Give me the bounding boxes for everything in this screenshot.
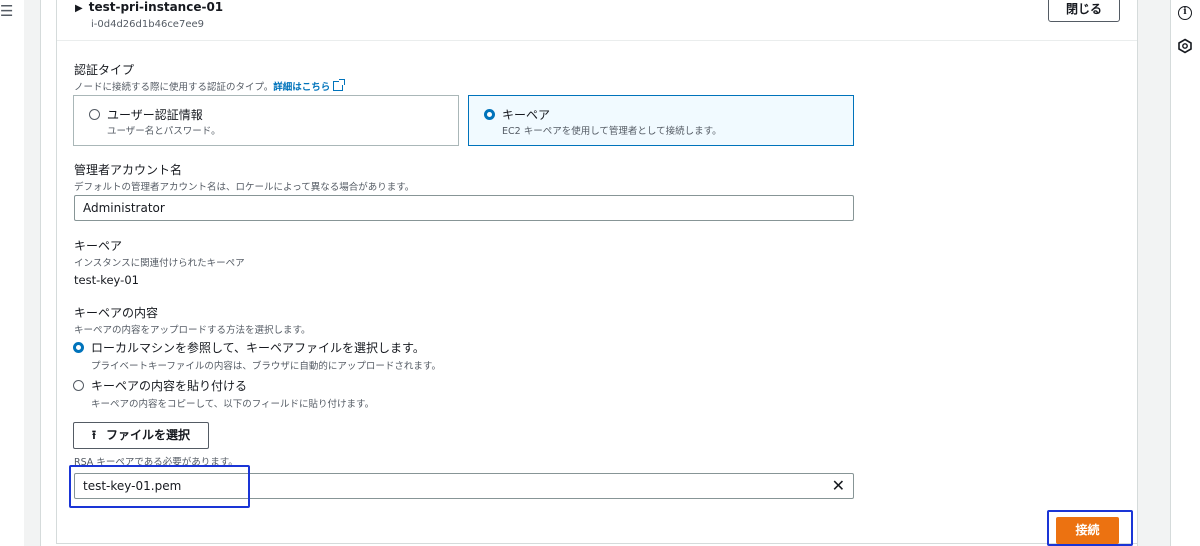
- auth-option-title: キーペア: [502, 108, 551, 122]
- key-content-description: キーペアの内容をアップロードする方法を選択します。: [74, 325, 311, 336]
- upload-icon: ⭱: [91, 428, 97, 442]
- feedback-hexagon-icon[interactable]: [1177, 38, 1193, 54]
- radio-key-pair[interactable]: [484, 109, 495, 120]
- key-pair-label: キーペア: [74, 239, 123, 253]
- divider: [57, 40, 1137, 41]
- clear-file-icon[interactable]: ✕: [832, 477, 845, 495]
- option-browse-local-description: プライベートキーファイルの内容は、ブラウザに自動的にアップロードされます。: [91, 361, 441, 372]
- caret-right-icon: ▶: [75, 3, 83, 14]
- key-pair-description: インスタンスに関連付けられたキーペア: [74, 258, 245, 269]
- hamburger-menu-icon[interactable]: ☰: [0, 2, 13, 20]
- close-button[interactable]: 閉じる: [1048, 0, 1120, 22]
- radio-paste-content[interactable]: [73, 380, 84, 391]
- key-pair-value: test-key-01: [74, 273, 139, 287]
- auth-type-description: ノードに接続する際に使用する認証のタイプ。詳細はこちら: [74, 79, 346, 93]
- option-paste-content-title[interactable]: キーペアの内容を貼り付ける: [91, 377, 247, 394]
- instance-expander[interactable]: ▶ test-pri-instance-01: [75, 0, 223, 14]
- annotation-highlight-file: [69, 465, 250, 508]
- admin-account-description: デフォルトの管理者アカウント名は、ロケールによって異なる場合があります。: [74, 182, 415, 193]
- auth-option-user-credentials[interactable]: ユーザー認証情報 ユーザー名とパスワード。: [73, 95, 459, 146]
- auth-type-label: 認証タイプ: [74, 63, 135, 77]
- instance-id: i-0d4d26d1b46ce7ee9: [91, 19, 204, 30]
- admin-account-input[interactable]: Administrator: [74, 195, 854, 221]
- auth-option-description: EC2 キーペアを使用して管理者として接続します。: [502, 126, 722, 137]
- option-browse-local-title[interactable]: ローカルマシンを参照して、キーペアファイルを選択します。: [91, 339, 425, 356]
- auth-type-description-text: ノードに接続する際に使用する認証のタイプ。: [74, 82, 274, 93]
- left-navigation-rail: ☰: [0, 0, 24, 546]
- learn-more-link[interactable]: 詳細はこちら: [273, 82, 330, 93]
- right-tools-rail: i: [1170, 0, 1200, 546]
- annotation-highlight-connect: [1047, 510, 1133, 546]
- key-content-label: キーペアの内容: [74, 306, 159, 320]
- auth-option-title: ユーザー認証情報: [107, 108, 203, 122]
- option-paste-content-description: キーペアの内容をコピーして、以下のフィールドに貼り付けます。: [91, 399, 375, 410]
- radio-browse-local[interactable]: [73, 342, 84, 353]
- info-icon[interactable]: i: [1178, 6, 1192, 20]
- choose-file-label: ファイルを選択: [106, 428, 191, 442]
- auth-option-key-pair[interactable]: キーペア EC2 キーペアを使用して管理者として接続します。: [468, 95, 854, 146]
- instance-name: test-pri-instance-01: [88, 0, 224, 14]
- external-link-icon: [333, 79, 346, 91]
- auth-option-description: ユーザー名とパスワード。: [107, 126, 221, 137]
- admin-account-label: 管理者アカウント名: [74, 163, 183, 177]
- radio-user-credentials[interactable]: [89, 109, 100, 120]
- choose-file-button[interactable]: ⭱ ファイルを選択: [73, 422, 209, 449]
